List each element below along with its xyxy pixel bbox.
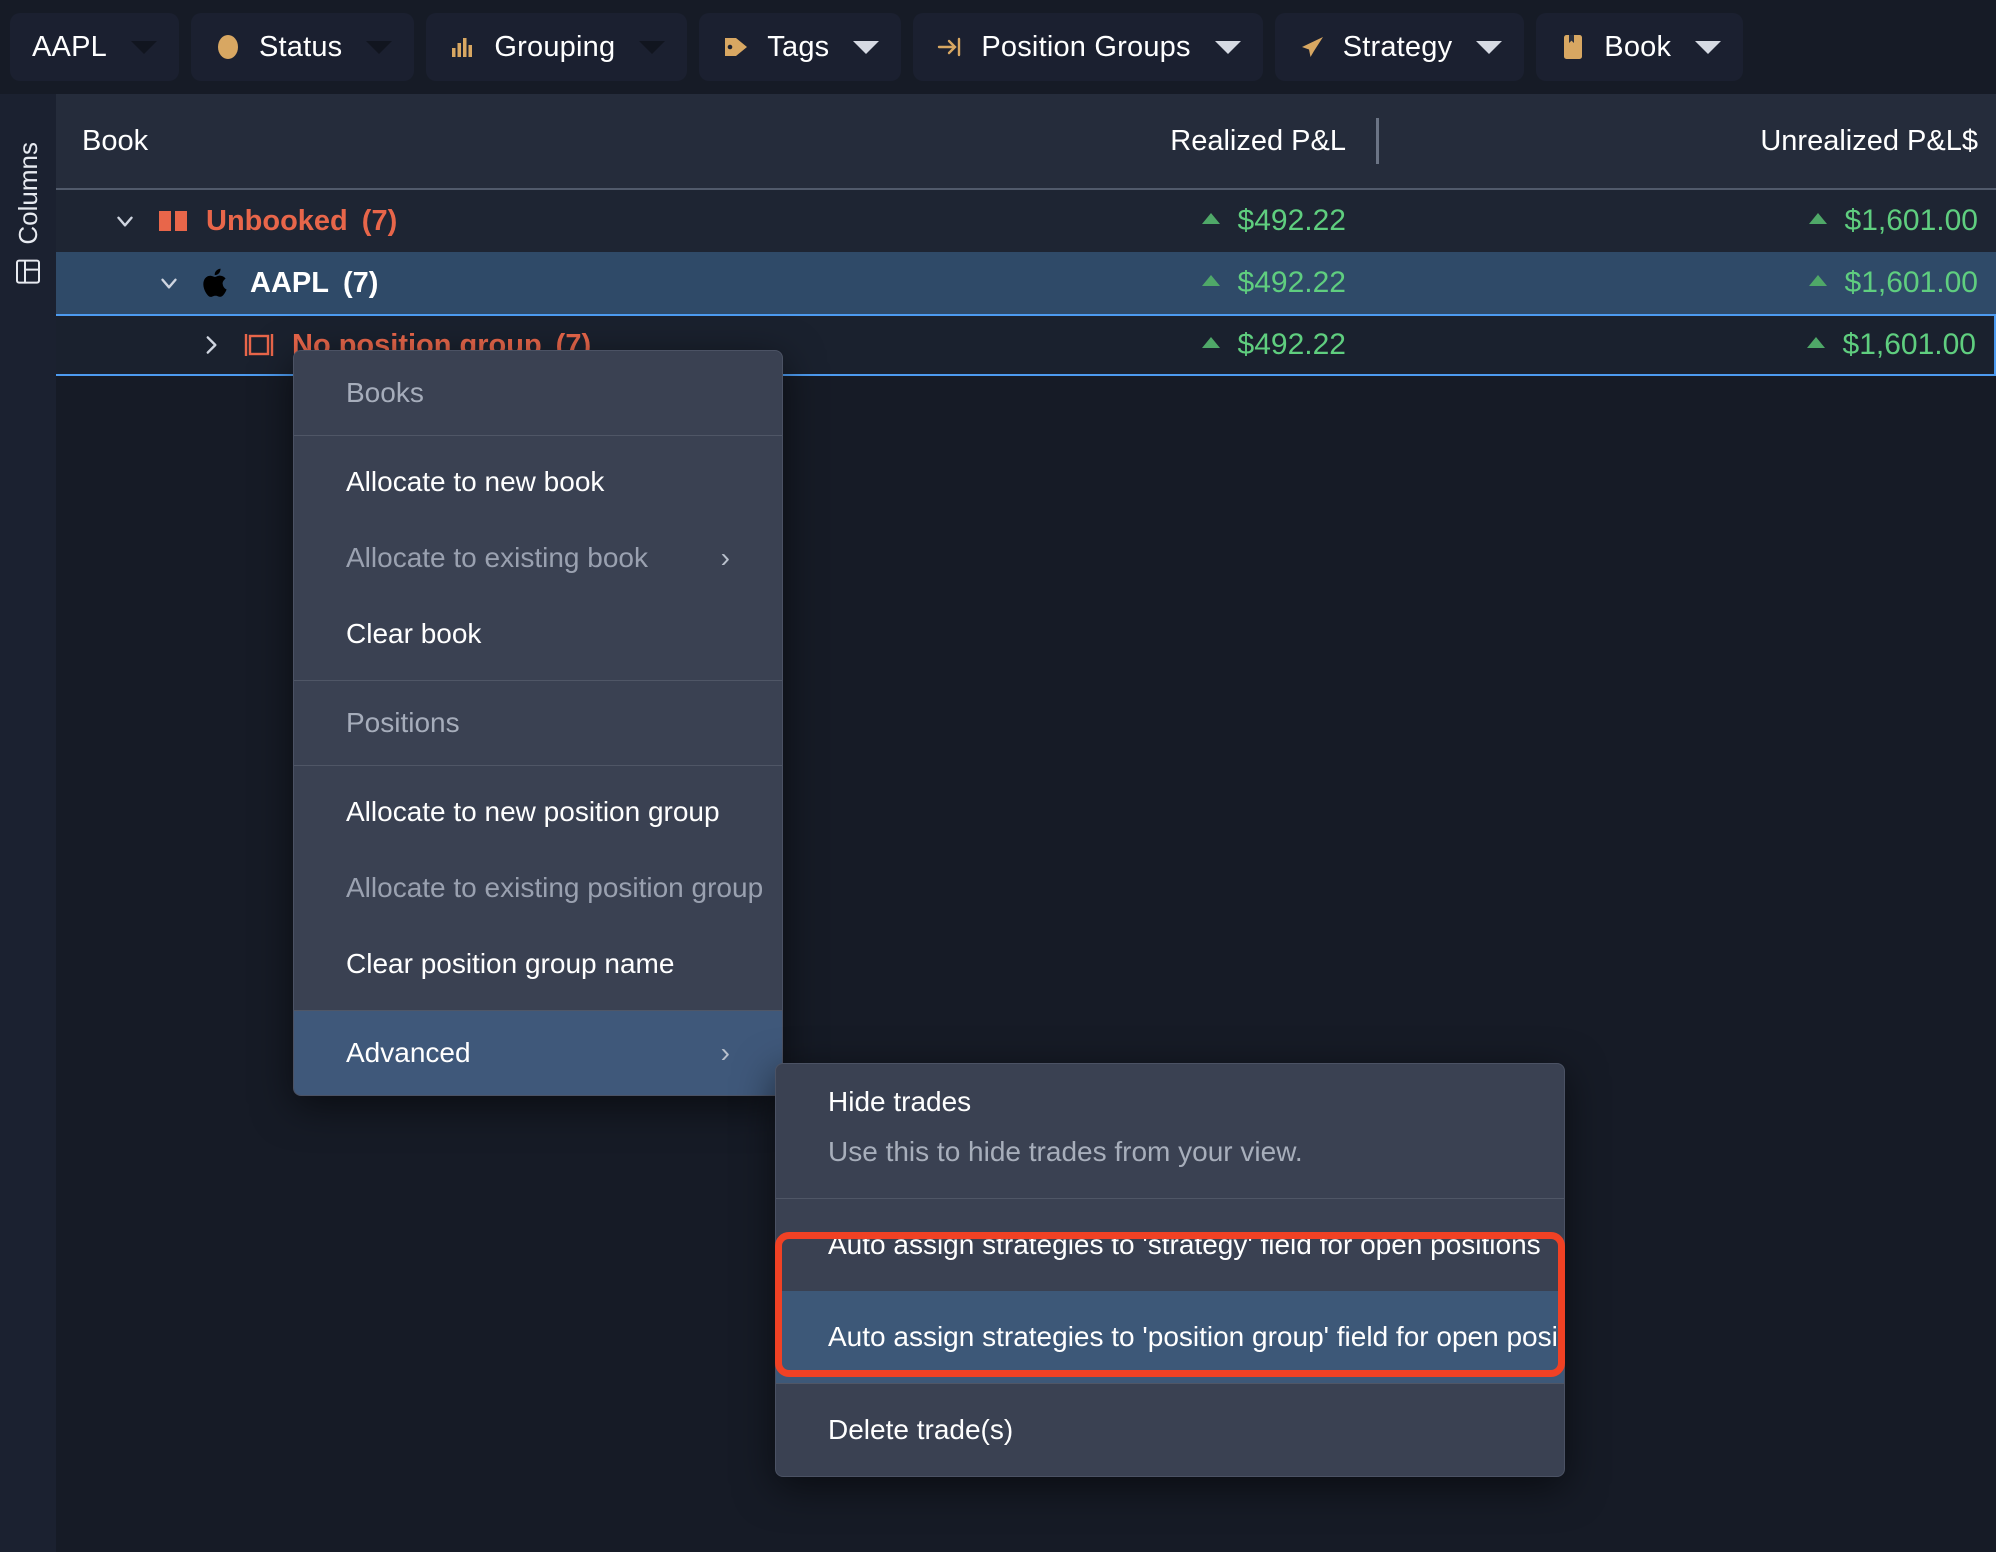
menu-item-label: Allocate to existing position group (346, 872, 764, 903)
row-book-cell: AAPL (7) (56, 266, 846, 300)
column-header-book[interactable]: Book (56, 125, 846, 158)
menu-item-label: Clear position group name (346, 948, 675, 979)
toolbar-chip-label: Grouping (494, 30, 616, 63)
chevron-down-icon (1214, 40, 1241, 54)
toolbar-chip-label: Position Groups (981, 30, 1191, 63)
toolbar-chip-label: Tags (767, 30, 830, 63)
chevron-right-icon: › (720, 1037, 730, 1068)
toolbar-chip-tags[interactable]: Tags (699, 13, 902, 81)
submenu-item-auto-assign-position-group-field[interactable]: Auto assign strategies to 'position grou… (776, 1291, 1564, 1383)
paper-plane-icon (1297, 32, 1327, 62)
menu-item-advanced[interactable]: Advanced › (294, 1011, 782, 1095)
columns-panel-button[interactable]: Columns (13, 142, 44, 287)
context-submenu-advanced: Hide trades Use this to hide trades from… (775, 1063, 1565, 1477)
open-book-icon (156, 204, 190, 238)
apple-logo-icon (200, 266, 234, 300)
menu-item-allocate-existing-position-group[interactable]: Allocate to existing position group › (294, 850, 782, 926)
toolbar-chip-label: AAPL (32, 30, 107, 63)
menu-group-books: Allocate to new book Allocate to existin… (294, 436, 782, 680)
position-group-icon (935, 32, 965, 62)
columns-panel-icon (13, 257, 43, 287)
chevron-down-icon (366, 40, 393, 54)
menu-item-allocate-existing-book[interactable]: Allocate to existing book › (294, 520, 782, 596)
row-unrealized-pl: $1,601.00 (1376, 328, 1994, 362)
menu-item-label: Hide trades (828, 1086, 972, 1117)
toolbar-chip-position-groups[interactable]: Position Groups (913, 13, 1263, 81)
chevron-down-icon (130, 40, 157, 54)
chevron-down-icon (639, 40, 666, 54)
submenu-item-delete-trades[interactable]: Delete trade(s) (776, 1384, 1564, 1476)
tag-icon (721, 32, 751, 62)
menu-item-allocate-new-book[interactable]: Allocate to new book (294, 444, 782, 520)
trend-up-icon (1808, 212, 1827, 224)
menu-item-label: Allocate to new book (346, 466, 605, 497)
chevron-down-icon (1476, 40, 1503, 54)
menu-item-label: Advanced (346, 1037, 471, 1068)
toolbar-chip-strategy[interactable]: Strategy (1274, 13, 1525, 81)
menu-item-allocate-new-position-group[interactable]: Allocate to new position group (294, 774, 782, 850)
chevron-down-icon (853, 40, 880, 54)
chevron-right-icon: › (720, 542, 730, 573)
toolbar-chip-label: Book (1604, 30, 1672, 63)
trend-up-icon (1201, 336, 1220, 348)
menu-item-label: Delete trade(s) (828, 1414, 1014, 1445)
chevron-down-icon (1695, 40, 1722, 54)
row-realized-pl: $492.22 (846, 204, 1376, 238)
left-rail: Columns (0, 94, 57, 1552)
chevron-down-icon[interactable] (156, 270, 182, 296)
row-unrealized-pl: $1,601.00 (1376, 204, 1996, 238)
grid-header-row: Book Realized P&L Unrealized P&L$ (56, 94, 1996, 190)
menu-section-positions-label: Positions (346, 707, 460, 738)
menu-item-label: Clear book (346, 618, 482, 649)
menu-group-positions: Allocate to new position group Allocate … (294, 766, 782, 1010)
row-count: (7) (342, 266, 379, 299)
menu-section-books-label: Books (346, 377, 424, 408)
row-label: Unbooked (206, 204, 348, 237)
menu-item-label: Allocate to new position group (346, 796, 720, 827)
columns-panel-label: Columns (12, 142, 43, 245)
row-realized-pl: $492.22 (846, 266, 1376, 300)
column-header-unrealized-pl[interactable]: Unrealized P&L$ (1376, 118, 1996, 164)
toolbar-chip-book[interactable]: Book (1536, 13, 1744, 81)
toolbar-chip-status[interactable]: Status (190, 13, 415, 81)
column-header-realized-pl[interactable]: Realized P&L (846, 125, 1376, 158)
submenu-item-auto-assign-strategy-field[interactable]: Auto assign strategies to 'strategy' fie… (776, 1199, 1564, 1291)
row-count: (7) (361, 204, 398, 237)
toolbar-chip-symbol[interactable]: AAPL (10, 13, 179, 81)
row-unrealized-pl: $1,601.00 (1376, 266, 1996, 300)
row-realized-pl: $492.22 (846, 328, 1376, 362)
menu-item-label: Auto assign strategies to 'position grou… (828, 1321, 1565, 1352)
toolbar-chip-grouping[interactable]: Grouping (426, 13, 688, 81)
book-icon (1558, 32, 1588, 62)
menu-item-label: Auto assign strategies to 'strategy' fie… (828, 1229, 1541, 1260)
filter-toolbar: AAPL Status Grouping Tags Position Group… (0, 0, 1996, 94)
row-label: AAPL (250, 266, 329, 299)
submenu-item-hide-trades[interactable]: Hide trades (776, 1064, 1564, 1128)
context-menu: Books Allocate to new book Allocate to e… (293, 350, 783, 1096)
table-row[interactable]: AAPL (7) $492.22 $1,601.00 (56, 252, 1996, 314)
menu-item-label: Allocate to existing book (346, 542, 648, 573)
bar-chart-icon (448, 32, 478, 62)
menu-item-clear-position-group-name[interactable]: Clear position group name (294, 926, 782, 1002)
trend-up-icon (1201, 274, 1220, 286)
submenu-item-hide-trades-description: Use this to hide trades from your view. (828, 1136, 1303, 1167)
table-row[interactable]: Unbooked (7) $492.22 $1,601.00 (56, 190, 1996, 252)
row-book-cell: Unbooked (7) (56, 204, 846, 238)
status-dot-icon (213, 32, 243, 62)
position-group-box-icon (242, 328, 276, 362)
trend-up-icon (1201, 212, 1220, 224)
trend-up-icon (1808, 274, 1827, 286)
chevron-right-icon[interactable] (198, 332, 224, 358)
trend-up-icon (1806, 336, 1825, 348)
menu-item-clear-book[interactable]: Clear book (294, 596, 782, 672)
chevron-down-icon[interactable] (112, 208, 138, 234)
toolbar-chip-label: Strategy (1342, 30, 1453, 63)
toolbar-chip-label: Status (258, 30, 343, 63)
